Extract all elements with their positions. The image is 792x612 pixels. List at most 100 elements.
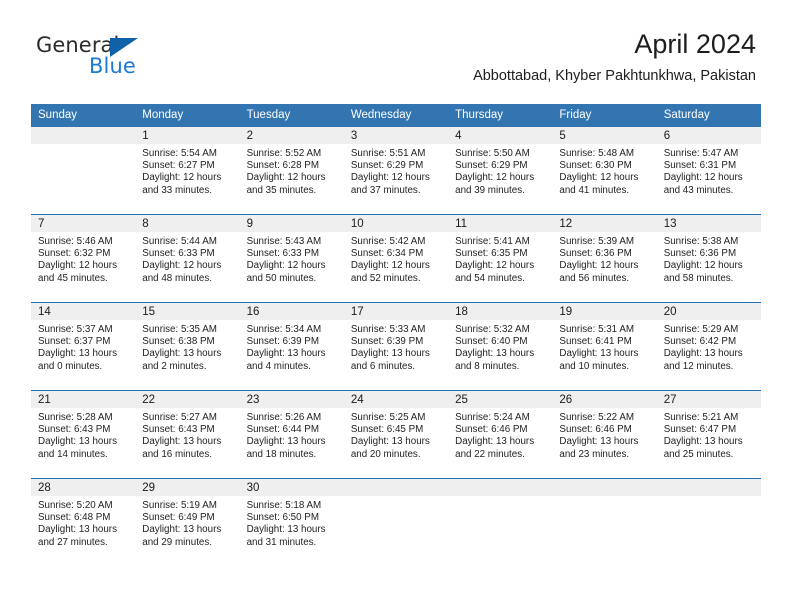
calendar-day-cell[interactable]: 16 Sunrise: 5:34 AM Sunset: 6:39 PM Dayligh… — [239, 302, 344, 391]
sunset-time: Sunset: 6:38 PM — [142, 336, 215, 348]
page-subtitle: Abbottabad, Khyber Pakhtunkhwa, Pakistan — [473, 68, 756, 84]
calendar-cell-empty — [552, 478, 657, 566]
weekday-header-sunday: Sunday — [31, 104, 136, 127]
calendar-day-cell[interactable]: 5 Sunrise: 5:48 AM Sunset: 6:30 PM Daylight… — [552, 127, 657, 215]
day-number: 1 — [135, 127, 240, 144]
calendar-day-cell[interactable]: 17 Sunrise: 5:33 AM Sunset: 6:39 PM Dayligh… — [343, 302, 449, 391]
day-number: 23 — [239, 391, 344, 408]
calendar-day-cell[interactable]: 2 Sunrise: 5:52 AM Sunset: 6:28 PM Daylight… — [239, 127, 344, 215]
calendar-day-cell[interactable]: 14 Sunrise: 5:37 AM Sunset: 6:37 PM Dayligh… — [31, 302, 136, 391]
calendar-day-cell[interactable]: 27 Sunrise: 5:21 AM Sunset: 6:47 PM Dayligh… — [656, 390, 761, 479]
day-details: Sunrise: 5:48 AM Sunset: 6:30 PM Daylight:… — [552, 144, 656, 197]
sunrise-time: Sunrise: 5:34 AM — [246, 324, 322, 335]
sunrise-time: Sunrise: 5:31 AM — [559, 324, 635, 335]
day-number: 6 — [656, 127, 761, 144]
calendar-day-cell[interactable]: 13 Sunrise: 5:38 AM Sunset: 6:36 PM Dayligh… — [656, 214, 761, 303]
sunset-time: Sunset: 6:39 PM — [350, 336, 424, 348]
calendar-cell-inner: 9 Sunrise: 5:43 AM Sunset: 6:33 PM Daylight… — [239, 215, 344, 302]
day-details: Sunrise: 5:22 AM Sunset: 6:46 PM Daylight:… — [552, 408, 656, 461]
calendar-day-cell[interactable]: 29 Sunrise: 5:19 AM Sunset: 6:49 PM Dayligh… — [135, 478, 240, 566]
calendar-cell-inner: 4 Sunrise: 5:50 AM Sunset: 6:29 PM Daylight… — [448, 127, 553, 214]
calendar-day-cell[interactable]: 30 Sunrise: 5:18 AM Sunset: 6:50 PM Dayligh… — [239, 478, 344, 566]
sunset-time: Sunset: 6:42 PM — [663, 336, 737, 348]
daylight-duration: Daylight: 13 hours and 6 minutes. — [350, 348, 430, 372]
day-number: 10 — [343, 215, 449, 232]
calendar-day-cell[interactable]: 28 Sunrise: 5:20 AM Sunset: 6:48 PM Dayligh… — [31, 478, 136, 566]
sunrise-time: Sunrise: 5:54 AM — [142, 148, 217, 159]
sunset-time: Sunset: 6:46 PM — [455, 424, 528, 436]
calendar-day-cell[interactable]: 3 Sunrise: 5:51 AM Sunset: 6:29 PM Daylight… — [343, 127, 449, 215]
daylight-duration: Daylight: 12 hours and 45 minutes. — [38, 260, 117, 284]
sunrise-time: Sunrise: 5:44 AM — [142, 236, 217, 247]
day-details: Sunrise: 5:32 AM Sunset: 6:40 PM Daylight:… — [448, 320, 552, 373]
calendar-day-cell[interactable]: 11 Sunrise: 5:41 AM Sunset: 6:35 PM Dayligh… — [448, 214, 553, 303]
daylight-duration: Daylight: 12 hours and 39 minutes. — [455, 172, 535, 196]
calendar-day-cell[interactable]: 18 Sunrise: 5:32 AM Sunset: 6:40 PM Dayligh… — [448, 302, 553, 391]
day-details: Sunrise: 5:46 AM Sunset: 6:32 PM Daylight:… — [31, 232, 135, 285]
calendar-day-cell[interactable]: 4 Sunrise: 5:50 AM Sunset: 6:29 PM Daylight… — [448, 127, 553, 215]
calendar-day-cell[interactable]: 12 Sunrise: 5:39 AM Sunset: 6:36 PM Dayligh… — [552, 214, 657, 303]
calendar-cell-inner: 28 Sunrise: 5:20 AM Sunset: 6:48 PM Dayligh… — [31, 479, 136, 566]
sunrise-time: Sunrise: 5:25 AM — [350, 412, 426, 423]
calendar-day-cell[interactable]: 24 Sunrise: 5:25 AM Sunset: 6:45 PM Dayligh… — [343, 390, 449, 479]
sunrise-time: Sunrise: 5:46 AM — [38, 236, 113, 247]
sunrise-time: Sunrise: 5:48 AM — [559, 148, 635, 159]
day-details: Sunrise: 5:35 AM Sunset: 6:38 PM Daylight:… — [135, 320, 239, 373]
sunset-time: Sunset: 6:28 PM — [246, 160, 319, 172]
sunrise-time: Sunrise: 5:24 AM — [455, 412, 530, 423]
calendar-day-cell[interactable]: 19 Sunrise: 5:31 AM Sunset: 6:41 PM Dayligh… — [552, 302, 657, 391]
calendar-cell-inner: 6 Sunrise: 5:47 AM Sunset: 6:31 PM Daylight… — [656, 127, 761, 214]
title-block: April 2024 Abbottabad, Khyber Pakhtunkhw… — [473, 28, 756, 85]
daylight-duration: Daylight: 13 hours and 2 minutes. — [142, 348, 222, 372]
calendar-week-row: 21 Sunrise: 5:28 AM Sunset: 6:43 PM Dayligh… — [31, 390, 761, 479]
calendar-cell-inner — [552, 479, 657, 566]
day-number: 12 — [552, 215, 657, 232]
calendar-day-cell[interactable]: 21 Sunrise: 5:28 AM Sunset: 6:43 PM Dayligh… — [31, 390, 136, 479]
sunrise-time: Sunrise: 5:51 AM — [350, 148, 426, 159]
daylight-duration: Daylight: 13 hours and 22 minutes. — [455, 436, 535, 460]
sunset-time: Sunset: 6:46 PM — [559, 424, 632, 436]
calendar-day-cell[interactable]: 26 Sunrise: 5:22 AM Sunset: 6:46 PM Dayligh… — [552, 390, 657, 479]
calendar-day-cell[interactable]: 22 Sunrise: 5:27 AM Sunset: 6:43 PM Dayligh… — [135, 390, 240, 479]
day-number: 4 — [448, 127, 553, 144]
calendar-day-cell[interactable]: 20 Sunrise: 5:29 AM Sunset: 6:42 PM Dayligh… — [656, 302, 761, 391]
calendar-day-cell[interactable]: 15 Sunrise: 5:35 AM Sunset: 6:38 PM Dayligh… — [135, 302, 240, 391]
calendar-day-cell[interactable]: 1 Sunrise: 5:54 AM Sunset: 6:27 PM Daylight… — [135, 127, 240, 215]
calendar-day-cell[interactable]: 25 Sunrise: 5:24 AM Sunset: 6:46 PM Dayligh… — [448, 390, 553, 479]
calendar-cell-inner: 29 Sunrise: 5:19 AM Sunset: 6:49 PM Dayligh… — [135, 479, 240, 566]
daylight-duration: Daylight: 12 hours and 35 minutes. — [246, 172, 326, 196]
sunset-time: Sunset: 6:35 PM — [455, 248, 528, 260]
sunset-time: Sunset: 6:37 PM — [38, 336, 111, 348]
daylight-duration: Daylight: 13 hours and 4 minutes. — [246, 348, 326, 372]
calendar-cell-inner: 19 Sunrise: 5:31 AM Sunset: 6:41 PM Dayligh… — [552, 303, 657, 390]
calendar-day-cell[interactable]: 10 Sunrise: 5:42 AM Sunset: 6:34 PM Dayligh… — [343, 214, 449, 303]
day-number — [656, 479, 761, 496]
calendar-day-cell[interactable]: 23 Sunrise: 5:26 AM Sunset: 6:44 PM Dayligh… — [239, 390, 344, 479]
sunrise-time: Sunrise: 5:35 AM — [142, 324, 217, 335]
day-details: Sunrise: 5:52 AM Sunset: 6:28 PM Daylight:… — [240, 144, 344, 197]
calendar-cell-inner: 17 Sunrise: 5:33 AM Sunset: 6:39 PM Dayligh… — [343, 303, 449, 390]
day-number: 26 — [552, 391, 657, 408]
daylight-duration: Daylight: 13 hours and 14 minutes. — [38, 436, 117, 460]
calendar-day-cell[interactable]: 8 Sunrise: 5:44 AM Sunset: 6:33 PM Daylight… — [135, 214, 240, 303]
day-details: Sunrise: 5:29 AM Sunset: 6:42 PM Daylight:… — [657, 320, 761, 373]
daylight-duration: Daylight: 12 hours and 48 minutes. — [142, 260, 222, 284]
sunrise-time: Sunrise: 5:22 AM — [559, 412, 635, 423]
calendar-week-row: 1 Sunrise: 5:54 AM Sunset: 6:27 PM Daylight… — [31, 127, 761, 215]
calendar-cell-inner: 25 Sunrise: 5:24 AM Sunset: 6:46 PM Dayligh… — [448, 391, 553, 478]
calendar-day-cell[interactable]: 6 Sunrise: 5:47 AM Sunset: 6:31 PM Daylight… — [656, 127, 761, 215]
day-number: 17 — [343, 303, 449, 320]
day-number: 8 — [135, 215, 240, 232]
calendar-day-cell[interactable]: 7 Sunrise: 5:46 AM Sunset: 6:32 PM Daylight… — [31, 214, 136, 303]
sunrise-time: Sunrise: 5:33 AM — [350, 324, 426, 335]
day-number: 7 — [31, 215, 136, 232]
calendar-cell-inner: 27 Sunrise: 5:21 AM Sunset: 6:47 PM Dayligh… — [656, 391, 761, 478]
calendar-day-cell[interactable]: 9 Sunrise: 5:43 AM Sunset: 6:33 PM Daylight… — [239, 214, 344, 303]
sunrise-time: Sunrise: 5:29 AM — [663, 324, 739, 335]
calendar-cell-inner: 15 Sunrise: 5:35 AM Sunset: 6:38 PM Dayligh… — [135, 303, 240, 390]
sunrise-time: Sunrise: 5:27 AM — [142, 412, 217, 423]
page-header: General Blue April 2024 Abbottabad, Khyb… — [0, 0, 792, 100]
sunset-time: Sunset: 6:44 PM — [246, 424, 319, 436]
calendar-week-row: 14 Sunrise: 5:37 AM Sunset: 6:37 PM Dayligh… — [31, 302, 761, 391]
generalblue-logo[interactable]: General Blue — [36, 33, 236, 85]
